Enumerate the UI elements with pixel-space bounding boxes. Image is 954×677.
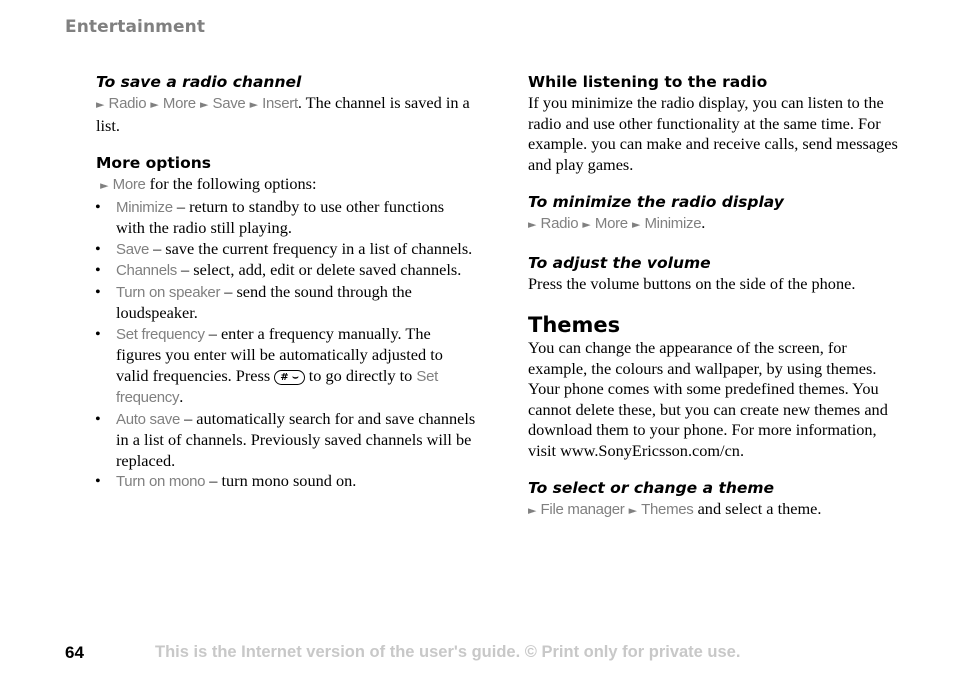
- heading-themes: Themes: [528, 313, 621, 337]
- more-options-intro: ► More for the following options:: [96, 174, 476, 197]
- intro-text: for the following options:: [145, 174, 317, 193]
- minimize-instructions: ► Radio ► More ► Minimize.: [528, 213, 908, 236]
- menu-arrow-icon: ►: [628, 504, 638, 517]
- option-term: Turn on mono: [116, 473, 206, 490]
- heading-minimize-display: To minimize the radio display: [528, 193, 784, 211]
- menu-path-more: More: [112, 176, 146, 193]
- menu-path-radio: Radio: [108, 95, 147, 112]
- page-number: 64: [65, 643, 84, 662]
- themes-text: You can change the appearance of the scr…: [528, 338, 888, 460]
- menu-arrow-icon: ►: [199, 98, 209, 111]
- heading-select-theme: To select or change a theme: [528, 479, 775, 497]
- list-item-save: • Save – save the current frequency in a …: [95, 238, 476, 261]
- minimize-text: .: [701, 213, 706, 232]
- option-term: Channels: [116, 262, 177, 279]
- section-header: Entertainment: [65, 17, 206, 37]
- menu-arrow-icon: ►: [150, 98, 159, 111]
- while-listening-text: If you minimize the radio display, you c…: [528, 93, 898, 174]
- option-desc: – select, add, edit or delete saved chan…: [176, 260, 462, 279]
- menu-path-file-manager: File manager: [540, 501, 625, 518]
- option-desc: – turn mono sound on.: [205, 471, 357, 490]
- option-term: Minimize: [116, 198, 173, 216]
- hash-key-icon: # ⌣: [274, 369, 305, 385]
- menu-arrow-icon: ►: [631, 218, 641, 231]
- select-theme-instructions: ► File manager ► Themes and select a the…: [528, 499, 908, 522]
- options-list: • Minimize – return to standby to use oth…: [95, 196, 476, 493]
- option-term: Auto save: [116, 410, 181, 428]
- bullet-icon: •: [95, 238, 101, 258]
- left-column: To save a radio channel ► Radio ► More ►…: [95, 72, 476, 493]
- menu-arrow-icon: ►: [249, 98, 259, 111]
- adjust-volume-text: Press the volume buttons on the side of …: [528, 273, 856, 293]
- list-item-auto-save: • Auto save – automatically search for an…: [95, 408, 476, 472]
- heading-while-listening: While listening to the radio: [528, 73, 768, 91]
- menu-path-themes: Themes: [641, 501, 694, 518]
- list-item-turn-on-speaker: • Turn on speaker – send the sound throug…: [95, 281, 476, 324]
- list-item-minimize: • Minimize – return to standby to use oth…: [95, 196, 476, 239]
- menu-path-minimize: Minimize: [644, 215, 702, 232]
- menu-arrow-icon: ►: [96, 98, 105, 111]
- list-item-channels: • Channels – select, add, edit or delete …: [95, 260, 476, 282]
- option-desc-2: to go directly to: [304, 365, 417, 385]
- menu-path-more: More: [594, 215, 628, 232]
- menu-path-more: More: [162, 95, 196, 112]
- bullet-icon: •: [95, 408, 101, 428]
- right-column: While listening to the radio If you mini…: [528, 72, 908, 522]
- option-desc-3: .: [179, 387, 184, 406]
- heading-more-options: More options: [96, 154, 212, 172]
- menu-arrow-icon: ►: [528, 504, 537, 517]
- bullet-icon: •: [95, 471, 101, 490]
- menu-arrow-icon: ►: [100, 179, 109, 192]
- menu-path-save: Save: [212, 95, 246, 112]
- heading-adjust-volume: To adjust the volume: [528, 253, 711, 272]
- select-theme-text: and select a theme.: [693, 499, 822, 518]
- menu-arrow-icon: ►: [582, 218, 591, 231]
- heading-save-channel: To save a radio channel: [96, 73, 302, 91]
- save-channel-instructions: ► Radio ► More ► Save ► Insert. The chan…: [96, 93, 476, 136]
- option-desc: – save the current frequency in a list o…: [149, 238, 473, 258]
- menu-path-radio: Radio: [540, 215, 579, 232]
- list-item-set-frequency: • Set frequency – enter a frequency manua…: [95, 323, 476, 409]
- option-term: Turn on speaker: [116, 283, 221, 301]
- option-term: Save: [116, 240, 149, 258]
- menu-arrow-icon: ►: [528, 218, 537, 231]
- bullet-icon: •: [95, 281, 101, 301]
- option-term: Set frequency: [116, 325, 205, 343]
- footer-note: This is the Internet version of the user…: [155, 643, 741, 661]
- bullet-icon: •: [95, 196, 101, 216]
- list-item-turn-on-mono: • Turn on mono – turn mono sound on.: [95, 471, 476, 493]
- bullet-icon: •: [95, 323, 101, 343]
- bullet-icon: •: [95, 260, 101, 279]
- menu-path-insert: Insert: [262, 95, 298, 112]
